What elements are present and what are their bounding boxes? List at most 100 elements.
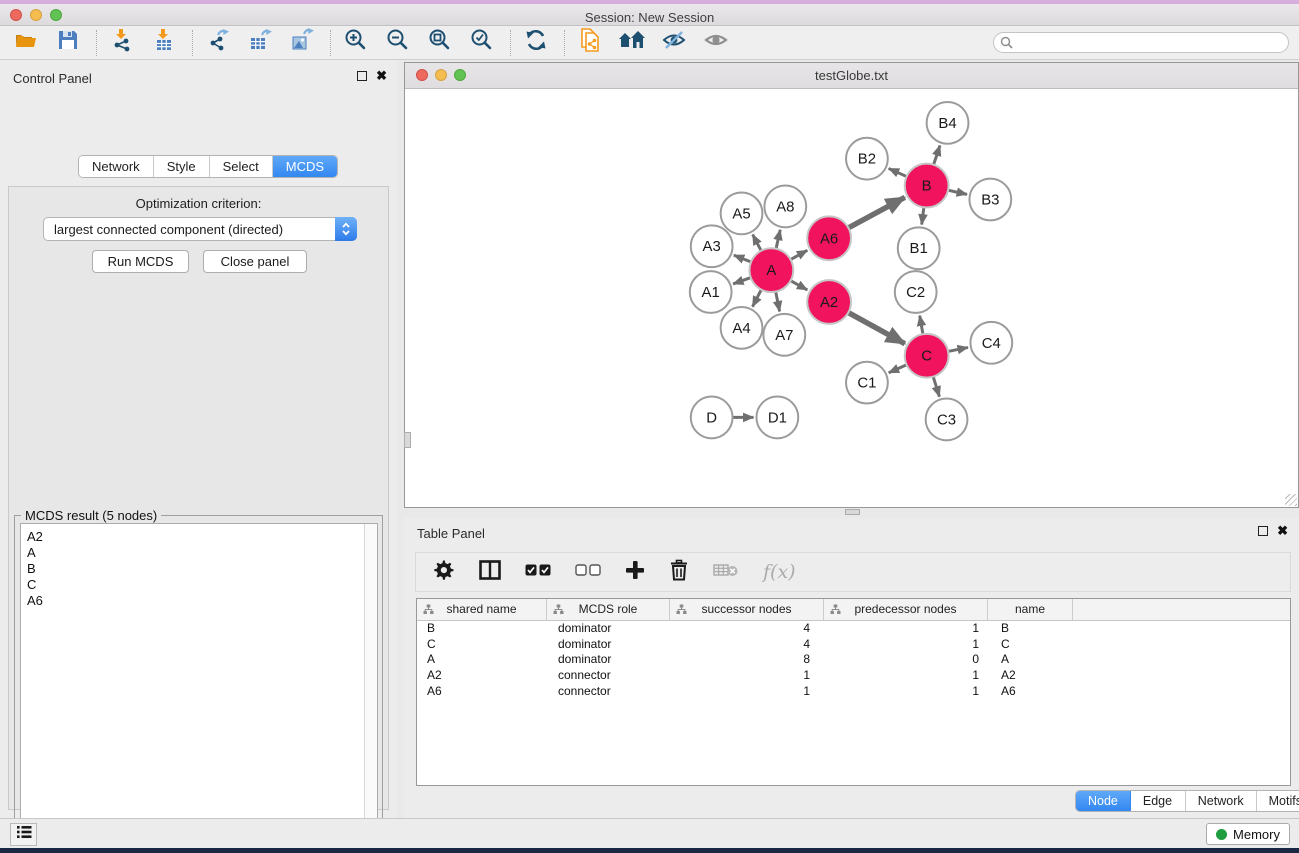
network-canvas[interactable]: B4 B2 B B3 A8A5 A6 A3 B1 A A1 C2 A2 A4A7 C4 C C1 C3 D D1 [405, 90, 1298, 507]
graph-node-A7[interactable]: A7 [763, 314, 805, 356]
tab-style[interactable]: Style [154, 156, 210, 177]
graph-edge-C-C2[interactable] [920, 316, 923, 335]
import-table-button[interactable] [148, 28, 180, 58]
zoom-out-button[interactable] [382, 28, 414, 58]
list-item[interactable]: A2 [21, 524, 377, 545]
column-header-successor-nodes[interactable]: successor nodes [670, 599, 824, 620]
graph-edge-A-A7[interactable] [776, 292, 780, 312]
network-window-titlebar[interactable]: testGlobe.txt [405, 63, 1298, 89]
table-row[interactable]: A6connector11A6 [417, 684, 1290, 700]
list-scrollbar[interactable] [364, 524, 377, 853]
graph-node-A3[interactable]: A3 [691, 225, 733, 267]
run-mcds-button[interactable]: Run MCDS [92, 250, 189, 273]
close-table-panel-button[interactable]: ✖ [1277, 525, 1288, 537]
tab-select[interactable]: Select [210, 156, 273, 177]
graph-node-B1[interactable]: B1 [898, 227, 940, 269]
zoom-selected-button[interactable] [466, 28, 498, 58]
tab-network[interactable]: Network [79, 156, 154, 177]
list-item[interactable]: A6 [21, 593, 377, 609]
export-table-button[interactable] [244, 28, 276, 58]
column-header-shared-name[interactable]: shared name [417, 599, 547, 620]
list-item[interactable]: C [21, 577, 377, 593]
graph-node-A5[interactable]: A5 [721, 193, 763, 235]
table-settings-button[interactable] [433, 557, 455, 587]
graph-node-C[interactable]: C [905, 334, 949, 378]
tab-motifs[interactable]: Motifs [1257, 791, 1299, 811]
split-table-button[interactable] [479, 557, 501, 587]
graph-edge-A-A3[interactable] [734, 255, 751, 262]
graph-edge-A2-C[interactable] [848, 313, 905, 344]
zoom-fit-button[interactable] [424, 28, 456, 58]
task-history-button[interactable] [10, 823, 37, 846]
splitter-handle-bottom[interactable] [845, 509, 860, 515]
graph-edge-B-B1[interactable] [922, 207, 924, 224]
float-panel-button[interactable] [357, 71, 367, 81]
show-panel-button[interactable] [700, 28, 732, 58]
import-network-button[interactable] [106, 28, 138, 58]
open-session-button[interactable] [10, 28, 42, 58]
save-session-button[interactable] [52, 28, 84, 58]
graph-edge-A6-B[interactable] [848, 197, 904, 227]
graph-edge-C-C4[interactable] [948, 347, 968, 351]
graph-edge-A-A6[interactable] [791, 250, 808, 259]
tab-edge-table[interactable]: Edge Table [1131, 791, 1186, 811]
new-network-from-file-button[interactable] [574, 28, 606, 58]
graph-edge-C-C3[interactable] [933, 377, 939, 397]
export-image-button[interactable] [286, 28, 318, 58]
graph-node-B[interactable]: B [905, 164, 949, 208]
criterion-dropdown[interactable]: largest connected component (directed) [43, 217, 357, 241]
graph-edge-C-C1[interactable] [889, 365, 907, 373]
table-row[interactable]: Adominator80A [417, 652, 1290, 668]
graph-edge-B-B3[interactable] [948, 190, 967, 194]
graph-node-C4[interactable]: C4 [970, 322, 1012, 364]
memory-button[interactable]: Memory [1206, 823, 1290, 845]
delete-column-button[interactable] [669, 557, 689, 587]
graph-node-D1[interactable]: D1 [756, 397, 798, 439]
graph-node-D[interactable]: D [691, 397, 733, 439]
add-column-button[interactable] [625, 557, 645, 587]
graph-edge-B-B4[interactable] [934, 146, 940, 165]
list-item[interactable]: B [21, 561, 377, 577]
window-resize-grip[interactable] [1285, 494, 1297, 506]
deselect-all-button[interactable] [575, 557, 601, 587]
tab-mcds[interactable]: MCDS [273, 156, 337, 177]
graph-node-C3[interactable]: C3 [926, 399, 968, 441]
graph-node-A1[interactable]: A1 [690, 271, 732, 313]
graph-node-A2[interactable]: A2 [807, 280, 851, 324]
zoom-in-button[interactable] [340, 28, 372, 58]
graph-node-A4[interactable]: A4 [721, 307, 763, 349]
graph-edge-A-A4[interactable] [753, 290, 762, 307]
graph-node-B4[interactable]: B4 [927, 102, 969, 144]
graph-node-C1[interactable]: C1 [846, 362, 888, 404]
float-table-panel-button[interactable] [1258, 526, 1268, 536]
select-all-button[interactable] [525, 557, 551, 587]
search-input[interactable] [993, 32, 1289, 53]
graph-edge-A-A2[interactable] [791, 281, 808, 290]
graph-edge-A-A8[interactable] [776, 230, 780, 249]
graph-node-C2[interactable]: C2 [895, 271, 937, 313]
export-network-button[interactable] [202, 28, 234, 58]
tab-network-table[interactable]: Network Table [1186, 791, 1257, 811]
graph-edge-B-B2[interactable] [889, 168, 907, 176]
column-header-name[interactable]: name [988, 599, 1073, 620]
table-row[interactable]: A2connector11A2 [417, 668, 1290, 684]
close-panel-icon-button[interactable]: ✖ [376, 70, 387, 82]
column-header-mcds-role[interactable]: MCDS role [547, 599, 670, 620]
list-item[interactable]: A [21, 545, 377, 561]
graph-node-A8[interactable]: A8 [764, 186, 806, 228]
hide-panel-button[interactable] [658, 28, 690, 58]
graph-edge-A-A1[interactable] [733, 278, 751, 284]
graph-node-B3[interactable]: B3 [969, 179, 1011, 221]
graph-node-B2[interactable]: B2 [846, 138, 888, 180]
graph-node-A[interactable]: A [749, 248, 793, 292]
splitter-handle-left[interactable] [404, 432, 411, 448]
close-panel-button[interactable]: Close panel [203, 250, 307, 273]
refresh-button[interactable] [520, 28, 552, 58]
graph-node-A6[interactable]: A6 [807, 216, 851, 260]
tab-node-table[interactable]: Node Table [1076, 791, 1131, 811]
home-button[interactable] [616, 28, 648, 58]
column-header-predecessor-nodes[interactable]: predecessor nodes [824, 599, 988, 620]
graph-edge-A-A5[interactable] [753, 235, 762, 251]
table-row[interactable]: Bdominator41B [417, 621, 1290, 637]
table-row[interactable]: Cdominator41C [417, 637, 1290, 653]
